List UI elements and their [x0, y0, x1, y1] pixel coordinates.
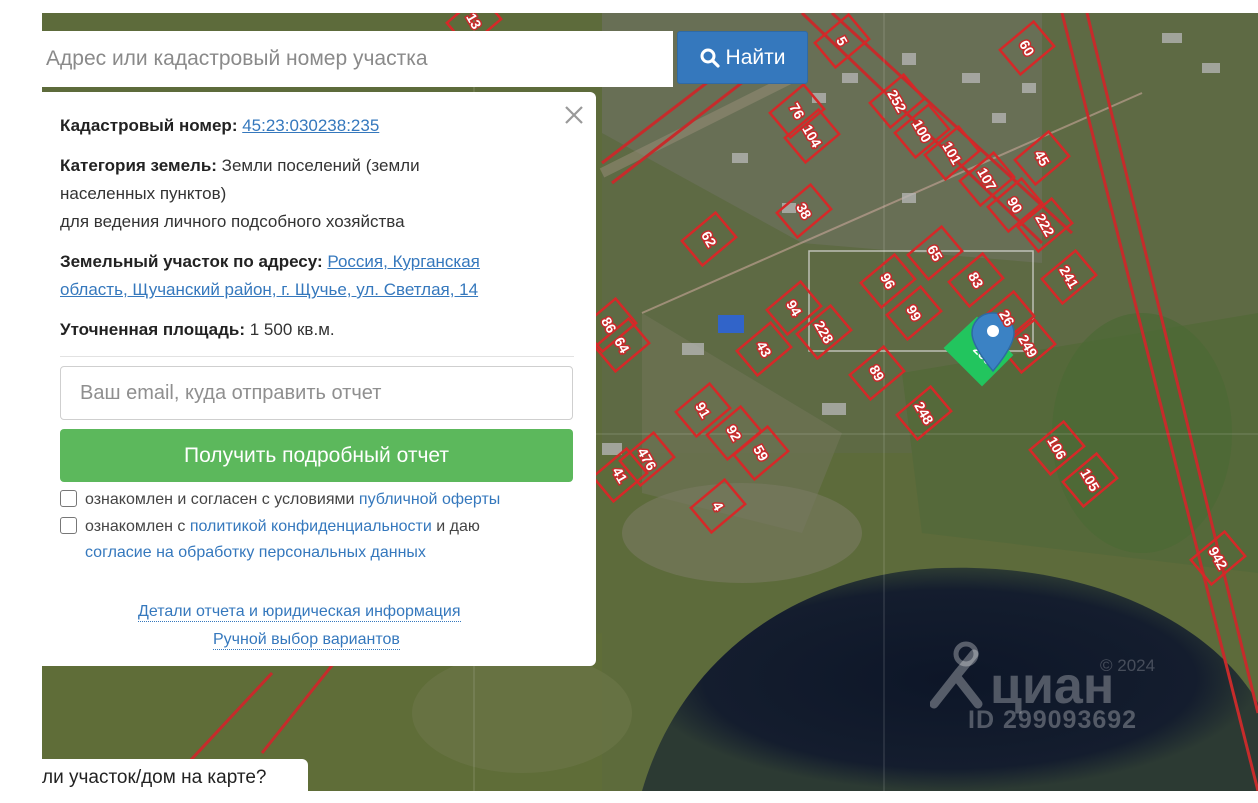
privacy-consent-text: ознакомлен с политикой конфиденциальност… — [85, 514, 480, 540]
personal-data-row: согласие на обработку персональных данны… — [85, 540, 426, 566]
cadastral-row: Кадастровый номер: 45:23:030238:235 — [60, 112, 379, 140]
cian-logo-icon — [929, 640, 990, 715]
watermark-year: © 2024 — [1100, 656, 1156, 675]
personal-data-consent-link[interactable]: согласие на обработку персональных данны… — [85, 544, 426, 561]
privacy-consent-label-after: и даю — [436, 518, 480, 535]
search-input[interactable] — [42, 31, 673, 87]
search-icon — [700, 48, 720, 68]
divider — [60, 356, 574, 357]
category-row: Категория земель: Земли поселений (земли — [60, 152, 420, 180]
offer-consent-text: ознакомлен и согласен с условиями публич… — [85, 487, 500, 513]
privacy-consent-checkbox[interactable] — [60, 517, 77, 534]
get-report-button[interactable]: Получить подробный отчет — [60, 429, 573, 482]
report-details-link[interactable]: Детали отчета и юридическая информация — [138, 602, 461, 622]
email-field[interactable] — [60, 366, 573, 420]
cadastral-number-link[interactable]: 45:23:030238:235 — [242, 116, 379, 135]
privacy-policy-link[interactable]: политикой конфиденциальности — [190, 518, 432, 535]
close-icon[interactable] — [561, 102, 587, 128]
address-label: Земельный участок по адресу: — [60, 252, 323, 271]
address-row: Земельный участок по адресу: Россия, Кур… — [60, 248, 480, 276]
area-value: 1 500 кв.м. — [249, 320, 335, 339]
category-value-1: Земли поселений (земли — [221, 156, 420, 175]
category-value-2: населенных пунктов) — [60, 184, 227, 203]
address-link-2[interactable]: область, Щучанский район, г. Щучье, ул. … — [60, 280, 478, 299]
manual-selection-link[interactable]: Ручной выбор вариантов — [213, 630, 400, 650]
privacy-consent-label: ознакомлен с — [85, 518, 186, 535]
public-offer-link[interactable]: публичной оферты — [359, 491, 500, 508]
area-label: Уточненная площадь: — [60, 320, 245, 339]
category-value-3: для ведения личного подсобного хозяйства — [60, 212, 405, 231]
category-label: Категория земель: — [60, 156, 217, 175]
address-row-2: область, Щучанский район, г. Щучье, ул. … — [60, 276, 478, 304]
offer-consent-label: ознакомлен и согласен с условиями — [85, 491, 355, 508]
search-button[interactable]: Найти — [677, 31, 808, 84]
find-on-map-tab[interactable]: ли участок/дом на карте? — [42, 759, 308, 795]
search-button-label: Найти — [725, 45, 786, 69]
cadastral-label: Кадастровый номер: — [60, 116, 238, 135]
parcel-info-panel: Кадастровый номер: 45:23:030238:235 Кате… — [42, 92, 596, 666]
offer-consent-checkbox[interactable] — [60, 490, 77, 507]
address-link-1[interactable]: Россия, Курганская — [327, 252, 480, 271]
area-row: Уточненная площадь: 1 500 кв.м. — [60, 316, 335, 344]
watermark-id: ID 299093692 — [968, 706, 1138, 734]
